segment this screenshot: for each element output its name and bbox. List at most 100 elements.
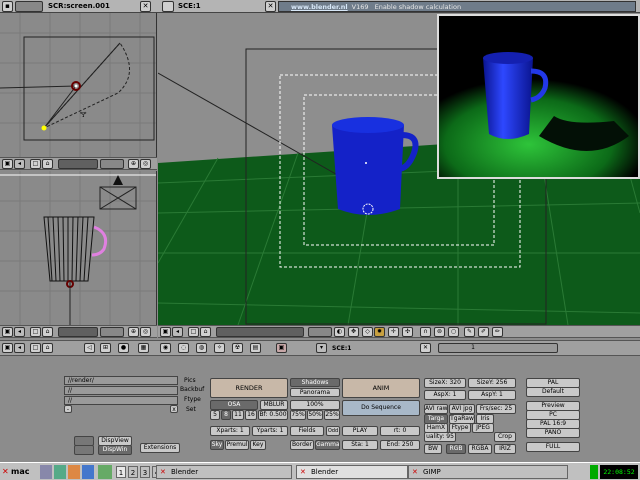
layer-lock[interactable] [100,327,124,337]
edit-icon[interactable]: ✐ [478,327,489,337]
osa-toggle[interactable]: OSA [210,400,258,410]
render-preview[interactable] [437,14,640,179]
circle-select-icon[interactable]: ○ [448,327,459,337]
extensions-button[interactable]: Extensions [140,443,180,453]
current-frame-field[interactable]: 1 [438,343,558,353]
desktop-1[interactable]: 1 [116,466,126,478]
aspx-field[interactable]: AspX: 1 [424,390,466,400]
scene-browse-button[interactable] [162,1,174,12]
anim-button[interactable]: ANIM [342,378,420,398]
mblur-toggle[interactable]: MBLUR [260,400,288,410]
edit-buttons-icon[interactable]: ⊞ [100,343,111,353]
start-frame-field[interactable]: Sta: 1 [342,440,378,450]
scene-close-icon[interactable]: ✕ [265,1,276,12]
preset-full[interactable]: FULL [526,442,580,452]
path-clear-icon[interactable]: - [64,405,72,413]
xparts-field[interactable]: Xparts: 1 [210,426,250,436]
yparts-field[interactable]: Yparts: 1 [252,426,288,436]
sizex-field[interactable]: SizeX: 320 [424,378,466,388]
task-blender-2[interactable]: ✕ Blender [296,465,408,479]
osa-16-button[interactable]: 16 [245,410,257,420]
full-window-icon[interactable]: □ [30,327,41,337]
material-buttons-icon[interactable]: ● [118,343,129,353]
osa-5-button[interactable]: 5 [210,410,220,420]
animation-buttons-icon[interactable]: ◉ [160,343,171,353]
play-button[interactable]: PLAY [342,426,378,436]
size-50-button[interactable]: 50% [307,410,323,420]
window-type-icon[interactable]: ▣ [160,327,171,337]
scene-delete-icon[interactable]: ✕ [420,343,431,353]
bf-field[interactable]: Bf: 0.500 [258,410,288,420]
screen-close-icon[interactable]: ✕ [140,1,151,12]
pivot-icon[interactable]: ✹ [374,327,385,337]
view-icon[interactable]: ◎ [140,327,151,337]
size-25-button[interactable]: 25% [324,410,340,420]
render-buttons-icon[interactable]: ▣ [276,343,287,353]
aspy-field[interactable]: AspY: 1 [468,390,516,400]
pics-path-field[interactable]: //render/ [64,376,178,385]
zoom-icon[interactable]: ⊕ [128,159,139,169]
menu-toggle-icon[interactable]: ◂ [172,327,183,337]
snap-icon[interactable]: ∩ [420,327,431,337]
task-blender-1[interactable]: ✕ Blender [156,465,292,479]
odd-toggle[interactable]: Odd [326,426,340,436]
jpeg-toggle[interactable]: JPEG [472,423,494,433]
window-type-icon[interactable]: ▣ [2,327,13,337]
end-frame-field[interactable]: End: 250 [380,440,420,450]
osa-8-button[interactable]: 8 [221,410,231,420]
banner-url[interactable]: www.blender.nl [291,3,348,11]
home-icon[interactable]: ⌂ [42,327,53,337]
menu-toggle-icon[interactable]: ◂ [14,327,25,337]
crop-toggle[interactable]: Crop [494,432,516,442]
draw-type-icon[interactable]: ◇ [362,327,373,337]
view-icon[interactable]: ◎ [140,159,151,169]
iriz-toggle[interactable]: IRIZ [494,444,516,454]
preset-default[interactable]: Default [526,387,580,397]
terminal-icon[interactable] [40,465,52,479]
size-100-button[interactable]: 100% [290,400,340,410]
paint-buttons-icon[interactable]: ◍ [196,343,207,353]
layer-lock[interactable] [100,159,124,169]
desktop-2[interactable]: 2 [128,466,138,478]
full-window-icon[interactable]: □ [30,343,41,353]
home-icon[interactable]: ⌂ [42,343,53,353]
ftype-path-field[interactable]: // [64,396,178,405]
quality-field[interactable]: uality: 95 [424,432,456,442]
key-toggle[interactable]: Key [250,440,266,450]
browser-icon[interactable] [82,465,94,479]
layer-buttons[interactable] [216,327,304,337]
full-window-icon[interactable]: □ [188,327,199,337]
desktop-3[interactable]: 3 [140,466,150,478]
layer-buttons[interactable] [58,327,98,337]
layer-lock[interactable] [308,327,332,337]
paint-icon[interactable]: ✏ [492,327,503,337]
fps-field[interactable]: Frs/sec: 25 [476,404,516,414]
script-buttons-icon[interactable]: ▤ [250,343,261,353]
window-menu-icon[interactable]: ▪ [2,1,13,12]
scene-name-field[interactable]: SCE:1 [178,1,201,12]
task-gimp[interactable]: ✕ GIMP [408,465,568,479]
proportional-icon[interactable]: ⊚ [434,327,445,337]
sizey-field[interactable]: SizeY: 256 [468,378,516,388]
menu-toggle-icon[interactable]: ◂ [14,159,25,169]
editor-icon[interactable] [68,465,80,479]
menu-toggle-icon[interactable]: ◂ [14,343,25,353]
preset-pano[interactable]: PANO [526,428,580,438]
render-button[interactable]: RENDER [210,378,288,398]
panorama-toggle[interactable]: Panorama [290,388,340,397]
premul-toggle[interactable]: Premul [225,440,249,450]
shadows-toggle[interactable]: Shadows [290,378,340,387]
world-buttons-icon[interactable]: ◌ [178,343,189,353]
view-orient-icon[interactable]: ✥ [348,327,359,337]
home-icon[interactable]: ⌂ [42,159,53,169]
radio-buttons-icon[interactable]: ✧ [214,343,225,353]
screen-name-field[interactable]: SCR:screen.001 [48,1,110,12]
view-buttons-icon[interactable]: ◁ [84,343,95,353]
window-type-icon[interactable]: ▣ [2,343,13,353]
screen-browse-button[interactable] [15,1,43,12]
osa-11-button[interactable]: 11 [232,410,244,420]
do-sequence-toggle[interactable]: Do Sequence [342,400,420,416]
scene-field[interactable]: SCE:1 [332,345,351,353]
rgb-toggle[interactable]: RGB [446,444,466,454]
front-view-viewport[interactable] [0,171,157,325]
